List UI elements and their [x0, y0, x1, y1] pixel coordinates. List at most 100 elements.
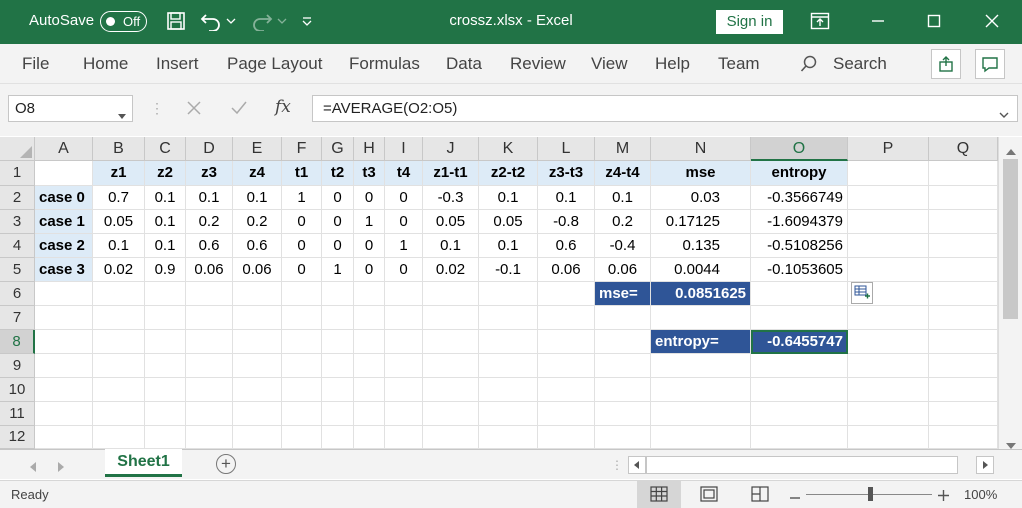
data-cell[interactable]: 0.05	[93, 210, 145, 234]
cell[interactable]	[145, 306, 186, 330]
cell[interactable]	[423, 426, 479, 449]
tab-insert[interactable]: Insert	[156, 54, 199, 74]
column-header-m[interactable]: M	[595, 137, 651, 161]
data-cell[interactable]: 0.1	[479, 186, 538, 210]
cell[interactable]	[479, 426, 538, 449]
redo-dropdown-icon[interactable]	[276, 8, 288, 34]
cell[interactable]	[282, 426, 322, 449]
column-header-e[interactable]: E	[233, 137, 282, 161]
data-cell[interactable]: 0.1	[145, 186, 186, 210]
cell[interactable]	[929, 161, 998, 186]
tab-view[interactable]: View	[591, 54, 628, 74]
cell[interactable]	[538, 426, 595, 449]
close-icon[interactable]	[980, 8, 1004, 34]
tab-formulas[interactable]: Formulas	[349, 54, 420, 74]
data-cell[interactable]: 0	[322, 210, 354, 234]
column-title[interactable]: z2-t2	[479, 161, 538, 186]
cell[interactable]	[385, 330, 423, 354]
data-cell[interactable]: 0	[322, 234, 354, 258]
cell[interactable]	[145, 330, 186, 354]
data-cell[interactable]: 0.1	[145, 210, 186, 234]
cell[interactable]	[385, 282, 423, 306]
column-header-d[interactable]: D	[186, 137, 233, 161]
cell[interactable]	[35, 306, 93, 330]
row-header-2[interactable]: 2	[0, 186, 35, 210]
row-header-12[interactable]: 12	[0, 426, 35, 449]
cell[interactable]	[595, 306, 651, 330]
cell[interactable]	[233, 306, 282, 330]
cell[interactable]	[282, 378, 322, 402]
cell[interactable]	[538, 306, 595, 330]
cell[interactable]	[423, 306, 479, 330]
cell[interactable]	[186, 354, 233, 378]
cell[interactable]	[848, 426, 929, 449]
cell[interactable]	[751, 306, 848, 330]
cell[interactable]	[423, 282, 479, 306]
row-header-10[interactable]: 10	[0, 378, 35, 402]
data-cell[interactable]: 0.6	[233, 234, 282, 258]
zoom-in-icon[interactable]	[938, 488, 949, 506]
scroll-right-button[interactable]	[976, 456, 994, 474]
quick-analysis-button[interactable]	[851, 282, 873, 304]
data-cell[interactable]: 0.05	[423, 210, 479, 234]
normal-view-button[interactable]	[637, 481, 681, 508]
cell[interactable]	[929, 378, 998, 402]
cell[interactable]	[651, 378, 751, 402]
entropy-label[interactable]: entropy=	[651, 330, 751, 354]
data-cell[interactable]: 1	[322, 258, 354, 282]
cell[interactable]	[354, 330, 385, 354]
cell[interactable]	[322, 426, 354, 449]
cell[interactable]	[93, 378, 145, 402]
data-cell[interactable]: 1	[354, 210, 385, 234]
zoom-out-icon[interactable]	[790, 490, 800, 508]
tab-splitter-icon[interactable]: ⋮	[611, 458, 623, 472]
search-icon[interactable]	[800, 55, 818, 78]
cell[interactable]	[282, 402, 322, 426]
data-cell[interactable]: 0.05	[479, 210, 538, 234]
row-label[interactable]: case 3	[35, 258, 93, 282]
expand-formula-icon[interactable]	[999, 105, 1009, 122]
cell[interactable]	[538, 282, 595, 306]
cell[interactable]	[233, 426, 282, 449]
data-cell[interactable]: -0.3	[423, 186, 479, 210]
tab-home[interactable]: Home	[83, 54, 128, 74]
cell[interactable]	[93, 330, 145, 354]
cell[interactable]	[35, 354, 93, 378]
cell[interactable]	[423, 330, 479, 354]
data-cell[interactable]: -1.6094379	[751, 210, 848, 234]
data-cell[interactable]: 0.7	[93, 186, 145, 210]
data-cell[interactable]: 0.03	[651, 186, 751, 210]
cell[interactable]	[479, 402, 538, 426]
data-cell[interactable]: 0.02	[93, 258, 145, 282]
cell[interactable]	[751, 402, 848, 426]
data-cell[interactable]: 0.6	[186, 234, 233, 258]
cell[interactable]	[929, 186, 998, 210]
search-box[interactable]: Search	[833, 54, 887, 74]
data-cell[interactable]: 0	[354, 258, 385, 282]
cell[interactable]	[35, 426, 93, 449]
column-header-g[interactable]: G	[322, 137, 354, 161]
cell[interactable]	[35, 282, 93, 306]
cell[interactable]	[282, 330, 322, 354]
cell[interactable]	[929, 282, 998, 306]
column-header-b[interactable]: B	[93, 137, 145, 161]
cell[interactable]	[322, 354, 354, 378]
cell[interactable]	[538, 402, 595, 426]
select-all-corner[interactable]	[0, 137, 35, 161]
ribbon-display-icon[interactable]	[808, 8, 832, 34]
cell[interactable]	[848, 234, 929, 258]
row-header-5[interactable]: 5	[0, 258, 35, 282]
cell[interactable]	[929, 234, 998, 258]
data-cell[interactable]: 0.0044	[651, 258, 751, 282]
row-header-7[interactable]: 7	[0, 306, 35, 330]
column-title[interactable]: mse	[651, 161, 751, 186]
cell[interactable]	[322, 330, 354, 354]
cell[interactable]	[385, 306, 423, 330]
cell[interactable]	[848, 402, 929, 426]
cell[interactable]	[595, 330, 651, 354]
cell[interactable]	[848, 378, 929, 402]
cell[interactable]	[354, 402, 385, 426]
data-cell[interactable]: 0.06	[233, 258, 282, 282]
cell[interactable]	[751, 378, 848, 402]
data-cell[interactable]: 0	[385, 186, 423, 210]
